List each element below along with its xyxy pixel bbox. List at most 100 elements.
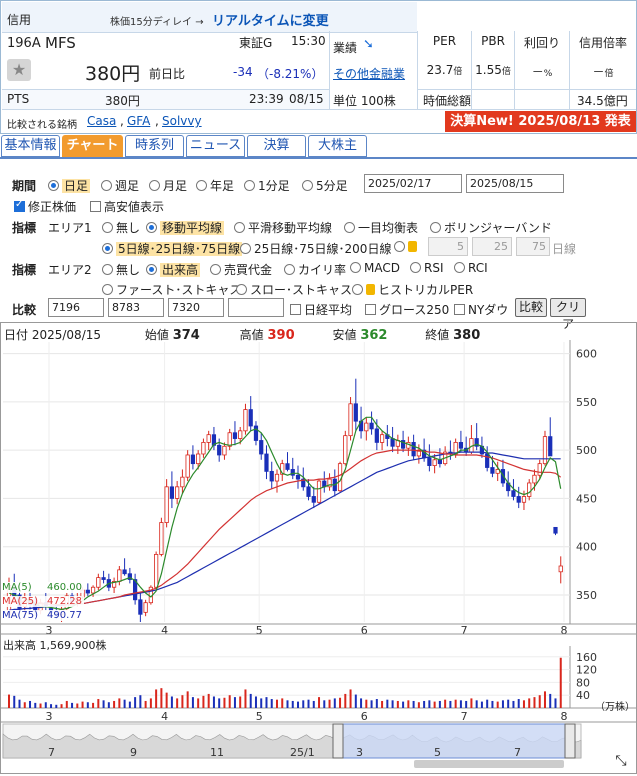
volume-bar <box>39 703 42 708</box>
period-monthly[interactable]: 月足 <box>149 177 187 194</box>
date-to-input[interactable]: 2025/08/15 <box>466 174 564 193</box>
volume-bar <box>407 700 410 708</box>
area2-rci[interactable]: RCI <box>454 261 488 275</box>
area2-deviation[interactable]: カイリ率 <box>284 261 346 278</box>
period-yearly[interactable]: 年足 <box>196 177 234 194</box>
ma-custom-3[interactable]: 75 <box>516 237 550 256</box>
expand-icon[interactable]: ⤡ <box>612 752 630 770</box>
compare-nydow[interactable]: NYダウ <box>454 301 508 318</box>
compare-code-4[interactable] <box>228 298 284 317</box>
volume-bar <box>113 700 116 708</box>
area1-bollinger[interactable]: ボリンジャーバンド <box>430 219 552 236</box>
earnings-banner[interactable]: 決算New! 2025/08/13 発表 <box>445 111 636 132</box>
area1-none[interactable]: 無し <box>102 219 140 236</box>
realtime-link[interactable]: リアルタイムに変更 <box>212 10 329 29</box>
candle-body <box>138 599 143 615</box>
compare-link-solvvy[interactable]: Solvvy <box>162 114 202 128</box>
volume-bar <box>533 697 536 708</box>
compare-growth250[interactable]: グロース250 <box>365 301 449 318</box>
radio-icon <box>352 284 363 295</box>
radio-icon <box>240 243 251 254</box>
compare-code-2[interactable]: 8783 <box>108 298 164 317</box>
candlestick-chart[interactable]: 350 400 450 500 550 600 3 3 4 4 5 5 6 6 7 7 8 8 408012016… <box>0 322 637 774</box>
ma-custom-1[interactable]: 5 <box>428 237 468 256</box>
area2-none-label: 無し <box>116 263 141 277</box>
area2-volume[interactable]: 出来高 <box>146 261 201 278</box>
compare-nikkei[interactable]: 日経平均 <box>290 301 352 318</box>
candle-body <box>527 482 532 497</box>
divider <box>2 109 636 110</box>
volume-bar <box>270 699 273 708</box>
candle-body <box>227 432 232 447</box>
candle-body <box>521 496 527 503</box>
area2-fast-stoch[interactable]: ファースト･ストキャス <box>102 281 241 298</box>
vol-tick-label: 160 <box>576 651 597 664</box>
compare-link-gfa[interactable]: GFA <box>127 114 150 128</box>
separator: , <box>120 114 124 128</box>
area2-hist-per[interactable]: ヒストリカルPER <box>352 281 473 298</box>
volume-bar <box>538 695 541 708</box>
area2-none[interactable]: 無し <box>102 261 140 278</box>
candle-body <box>548 436 553 457</box>
volume-bar <box>160 688 163 708</box>
candle-body <box>206 434 211 443</box>
volume-bar <box>459 700 462 708</box>
period-1min[interactable]: 1分足 <box>244 177 290 194</box>
volume-bar <box>128 701 131 708</box>
candles-layer <box>6 378 563 622</box>
compare-code-1[interactable]: 7196 <box>48 298 104 317</box>
mcap-label: 時価総額 <box>423 94 472 108</box>
ma25-legend: MA(25) 472.28 <box>2 596 84 607</box>
tab-news[interactable]: ニュース <box>186 135 245 157</box>
radio-icon <box>394 241 405 252</box>
adjusted-price-check[interactable]: 修正株価 <box>14 198 76 215</box>
period-5min[interactable]: 5分足 <box>302 177 348 194</box>
compare-link-casa[interactable]: Casa <box>87 114 116 128</box>
area1-ichimoku-label: 一目均衡表 <box>358 221 419 235</box>
period-daily[interactable]: 日足 <box>48 177 91 194</box>
candle-body <box>364 422 369 432</box>
y-tick-label: 450 <box>576 492 597 505</box>
ma-5-25-75[interactable]: 5日線･25日線･75日線 <box>102 240 243 257</box>
tab-shareholders[interactable]: 大株主 <box>308 135 367 157</box>
nav-label: 11 <box>210 746 224 759</box>
area1-bollinger-label: ボリンジャーバンド <box>444 221 552 235</box>
highlow-check[interactable]: 高安値表示 <box>90 198 164 215</box>
area1-ichimoku[interactable]: 一目均衡表 <box>344 219 418 236</box>
ma-custom-2[interactable]: 25 <box>472 237 512 256</box>
per-value: 23.7 <box>426 63 454 77</box>
tab-earnings[interactable]: 決算 <box>247 135 306 157</box>
industry-link[interactable]: その他金融業 <box>333 65 405 82</box>
area2-rsi[interactable]: RSI <box>410 261 444 275</box>
period-label: 期間 <box>12 179 37 193</box>
ma75-line <box>8 451 561 611</box>
stock-header: 信用 株価15分ディレイ → リアルタイムに変更 196A MFS 東証G 15… <box>0 0 637 134</box>
volume-bar <box>381 700 384 708</box>
per-label: PER <box>432 34 457 48</box>
volume-bar <box>417 702 420 708</box>
compare-nydow-label: NYダウ <box>468 303 509 317</box>
area2-fast-stoch-label: ファースト･ストキャス <box>116 283 242 297</box>
favorite-star-icon[interactable]: ★ <box>7 59 31 81</box>
volume-bar <box>286 700 289 708</box>
area1-smooth-ma[interactable]: 平滑移動平均線 <box>234 219 332 236</box>
area2-turnover[interactable]: 売買代金 <box>210 261 272 278</box>
tab-timeseries[interactable]: 時系列 <box>125 135 184 157</box>
date-from-input[interactable]: 2025/02/17 <box>364 174 462 193</box>
candle-body <box>411 442 416 457</box>
tab-chart[interactable]: チャート <box>62 135 123 157</box>
ma-custom[interactable] <box>394 240 420 254</box>
compare-button[interactable]: 比較 <box>515 298 547 317</box>
clear-button[interactable]: クリア <box>550 298 586 331</box>
volume-bar <box>29 700 32 708</box>
volume-bar <box>149 698 152 708</box>
ma-25-75-200[interactable]: 25日線･75日線･200日線 <box>240 240 391 257</box>
compare-code-3[interactable]: 7320 <box>168 298 224 317</box>
area2-slow-stoch[interactable]: スロー･ストキャス <box>236 281 352 298</box>
vol-x-tick-label: 3 <box>46 710 53 723</box>
candle-body <box>353 403 358 422</box>
tab-basic-info[interactable]: 基本情報 <box>1 135 60 157</box>
period-weekly[interactable]: 週足 <box>101 177 139 194</box>
area2-macd[interactable]: MACD <box>350 261 400 275</box>
area1-ma[interactable]: 移動平均線 <box>146 219 225 236</box>
